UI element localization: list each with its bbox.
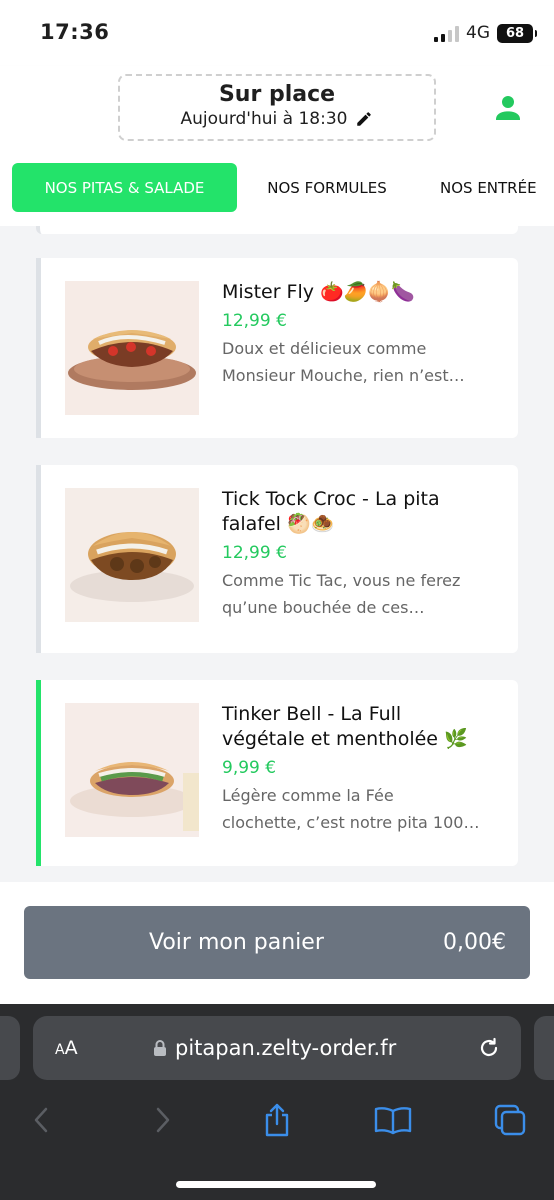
product-name-line: végétale et mentholée 🌿 (222, 728, 468, 750)
app-header: Sur place Aujourd'hui à 18:30 (0, 66, 554, 152)
product-description-line: Comme Tic Tac, vous ne ferez (222, 571, 461, 590)
cart-label: Voir mon panier (149, 930, 324, 955)
product-image (65, 281, 199, 415)
view-cart-button[interactable]: Voir mon panier 0,00€ (24, 906, 530, 979)
tab-entrees[interactable]: NOS ENTRÉE (428, 163, 554, 212)
back-icon[interactable] (22, 1100, 62, 1140)
product-price: 9,99 € (222, 758, 277, 778)
status-time: 17:36 (40, 20, 110, 44)
order-mode-selector[interactable]: Sur place Aujourd'hui à 18:30 (118, 74, 436, 141)
previous-product-card[interactable] (36, 226, 518, 234)
tab-pitas-salade[interactable]: NOS PITAS & SALADE (12, 163, 237, 212)
share-icon[interactable] (257, 1100, 297, 1140)
tabs-icon[interactable] (490, 1100, 530, 1140)
reader-large-a: A (64, 1037, 78, 1059)
product-description-line: clochette, c’est notre pita 100… (222, 813, 480, 832)
battery-level: 68 (505, 26, 525, 41)
product-name: Mister Fly 🍅🥭🧅🍆 (222, 281, 415, 303)
product-price: 12,99 € (222, 543, 287, 563)
signal-icon (434, 26, 459, 42)
reader-small-a: A (55, 1042, 65, 1058)
product-card-tinker-bell[interactable]: Tinker Bell - La Full végétale et mentho… (36, 680, 518, 866)
product-description-line: Légère comme la Fée (222, 786, 394, 805)
pencil-icon (357, 112, 372, 126)
bookmarks-icon[interactable] (373, 1100, 413, 1140)
product-list: Mister Fly 🍅🥭🧅🍆 12,99 € Doux et délicieu… (0, 226, 554, 882)
browser-chrome: AA pitapan.zelty-order.fr (0, 1004, 554, 1200)
product-description-line: qu’une bouchée de ces… (222, 598, 425, 617)
battery-icon: 68 (497, 24, 537, 43)
product-name: Tick Tock Croc - La pita falafel 🥙🧆 (222, 487, 502, 537)
product-description: Comme Tic Tac, vous ne ferez qu’une bouc… (222, 567, 502, 621)
product-card-mister-fly[interactable]: Mister Fly 🍅🥭🧅🍆 12,99 € Doux et délicieu… (36, 258, 518, 438)
category-tabs: NOS PITAS & SALADE NOS FORMULES NOS ENTR… (0, 152, 554, 226)
reader-settings-button[interactable]: AA (55, 1037, 78, 1059)
product-description: Doux et délicieux comme Monsieur Mouche,… (222, 335, 502, 389)
cart-total: 0,00€ (443, 930, 506, 955)
tab-formules[interactable]: NOS FORMULES (250, 163, 404, 212)
next-tab-pill[interactable] (534, 1016, 554, 1080)
order-time-label: Aujourd'hui à 18:30 (180, 109, 348, 129)
network-label: 4G (466, 23, 490, 43)
product-info: Tick Tock Croc - La pita falafel 🥙🧆 12,9… (222, 487, 502, 621)
product-name-line: Tinker Bell - La Full (222, 703, 402, 725)
order-time: Aujourd'hui à 18:30 (181, 109, 374, 129)
order-mode-title: Sur place (218, 82, 336, 107)
product-info: Tinker Bell - La Full végétale et mentho… (222, 702, 502, 836)
user-icon[interactable] (492, 92, 524, 124)
home-indicator[interactable] (176, 1181, 376, 1188)
address-bar[interactable]: AA pitapan.zelty-order.fr (33, 1016, 521, 1080)
product-card-tick-tock-croc[interactable]: Tick Tock Croc - La pita falafel 🥙🧆 12,9… (36, 465, 518, 653)
url-text: pitapan.zelty-order.fr (175, 1036, 397, 1060)
product-description-line: Monsieur Mouche, rien n’est… (222, 366, 465, 385)
product-description: Légère comme la Fée clochette, c’est not… (222, 782, 502, 836)
url-display: pitapan.zelty-order.fr (153, 1036, 396, 1060)
product-image (65, 703, 199, 837)
product-name-line: falafel 🥙🧆 (222, 513, 335, 535)
cart-bar: Voir mon panier 0,00€ (0, 882, 554, 1004)
status-bar: 17:36 4G 68 (0, 0, 554, 66)
product-image (65, 488, 199, 622)
forward-icon[interactable] (142, 1100, 182, 1140)
product-description-line: Doux et délicieux comme (222, 339, 427, 358)
product-info: Mister Fly 🍅🥭🧅🍆 12,99 € Doux et délicieu… (222, 280, 502, 389)
lock-icon (154, 1040, 166, 1056)
product-name-line: Tick Tock Croc - La pita (222, 488, 440, 510)
product-price: 12,99 € (222, 311, 287, 331)
reload-icon[interactable] (477, 1036, 501, 1060)
product-name: Tinker Bell - La Full végétale et mentho… (222, 702, 502, 752)
previous-tab-pill[interactable] (0, 1016, 20, 1080)
